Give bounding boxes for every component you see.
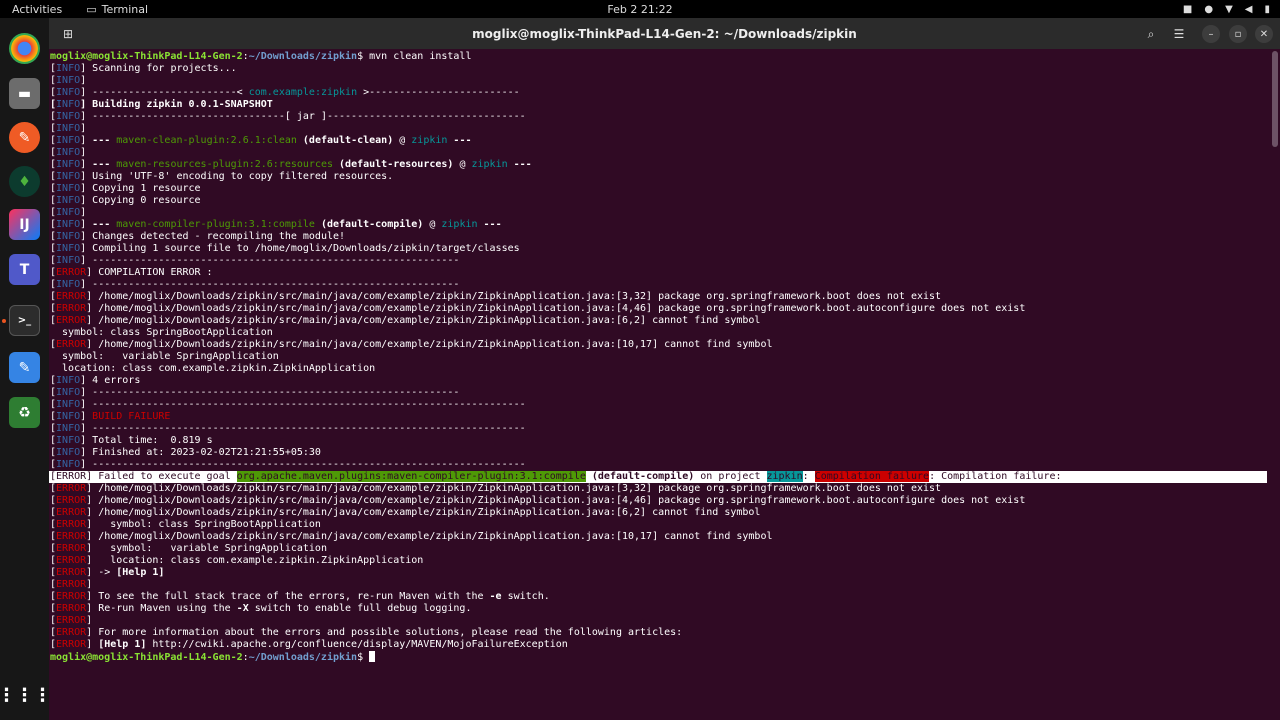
terminal-line: [INFO] ---------------------------------… bbox=[50, 279, 460, 290]
terminal-line: [INFO] Using 'UTF-8' encoding to copy fi… bbox=[50, 171, 394, 182]
postman-icon[interactable]: ✎ bbox=[9, 122, 40, 153]
terminal-line: [ERROR] -> [Help 1] bbox=[50, 567, 165, 578]
terminal-line: [ERROR] /home/moglix/Downloads/zipkin/sr… bbox=[50, 507, 761, 518]
terminal-line: location: class com.example.zipkin.Zipki… bbox=[50, 363, 376, 374]
text-editor-icon[interactable]: ✎ bbox=[9, 352, 40, 383]
mongodb-compass-icon[interactable]: ♦ bbox=[9, 166, 40, 197]
title-bar[interactable]: ⊞ moglix@moglix-ThinkPad-L14-Gen-2: ~/Do… bbox=[49, 18, 1280, 49]
terminal-line: [ERROR] /home/moglix/Downloads/zipkin/sr… bbox=[50, 495, 1026, 506]
terminal-icon[interactable]: >_ bbox=[9, 305, 40, 336]
chrome-icon[interactable] bbox=[9, 33, 40, 64]
terminal-line: [ERROR] COMPILATION ERROR : bbox=[50, 267, 219, 278]
terminal-line: [ERROR] /home/moglix/Downloads/zipkin/sr… bbox=[50, 315, 761, 326]
terminal-line: [ERROR] bbox=[50, 579, 93, 590]
active-app-indicator bbox=[2, 319, 6, 323]
screen-record-icon[interactable]: ■ bbox=[1183, 4, 1192, 15]
trash-icon[interactable]: ♻ bbox=[9, 397, 40, 428]
terminal-line: [INFO] ------------------------< com.exa… bbox=[50, 87, 520, 98]
selected-error-line[interactable]: [ERROR] Failed to execute goal org.apach… bbox=[49, 471, 1267, 483]
terminal-line: [INFO] --- maven-clean-plugin:2.6.1:clea… bbox=[50, 135, 472, 146]
terminal-line: [INFO] ---------------------------------… bbox=[50, 387, 460, 398]
terminal-line: [INFO] Changes detected - recompiling th… bbox=[50, 231, 346, 242]
terminal-line: [INFO] Total time: 0.819 s bbox=[50, 435, 213, 446]
maximize-icon[interactable]: ▫ bbox=[1229, 25, 1247, 43]
help-link[interactable]: http://cwiki.apache.org/confluence/displ… bbox=[146, 639, 567, 650]
terminal-line: [INFO] Finished at: 2023-02-02T21:21:55+… bbox=[50, 447, 321, 458]
terminal-output[interactable]: moglix@moglix-ThinkPad-L14-Gen-2:~/Downl… bbox=[49, 49, 1280, 720]
close-icon[interactable]: ✕ bbox=[1255, 25, 1273, 43]
terminal-line: [INFO] Copying 0 resource bbox=[50, 195, 201, 206]
terminal-line: [ERROR] symbol: variable SpringApplicati… bbox=[50, 543, 327, 554]
intellij-icon[interactable]: IJ bbox=[9, 209, 40, 240]
terminal-line: [ERROR] /home/moglix/Downloads/zipkin/sr… bbox=[50, 339, 773, 350]
scrollbar[interactable] bbox=[1272, 51, 1278, 147]
terminal-line: [ERROR] /home/moglix/Downloads/zipkin/sr… bbox=[50, 303, 1026, 314]
battery-icon[interactable]: ▮ bbox=[1264, 4, 1270, 15]
terminal-window: ⊞ moglix@moglix-ThinkPad-L14-Gen-2: ~/Do… bbox=[49, 18, 1280, 720]
terminal-line: [ERROR] To see the full stack trace of t… bbox=[50, 591, 550, 602]
terminal-line: [ERROR] Re-run Maven using the -X switch… bbox=[50, 603, 472, 614]
terminal-line: [INFO] ---------------------------------… bbox=[50, 255, 460, 266]
search-icon[interactable]: ⌕ bbox=[1140, 23, 1162, 45]
terminal-line: [INFO] Compiling 1 source file to /home/… bbox=[50, 243, 520, 254]
top-bar: Activities ▭ Terminal Feb 2 21:22 ■ ● ▼ … bbox=[0, 0, 1280, 18]
terminal-line: [INFO] bbox=[50, 147, 87, 158]
hamburger-menu-icon[interactable]: ☰ bbox=[1168, 23, 1190, 45]
terminal-line: [ERROR] For more information about the e… bbox=[50, 627, 683, 638]
terminal-line: [INFO] --- maven-compiler-plugin:3.1:com… bbox=[50, 219, 502, 230]
terminal-line: symbol: class SpringBootApplication bbox=[50, 327, 273, 338]
terminal-line: [INFO] bbox=[50, 207, 87, 218]
terminal-line: moglix@moglix-ThinkPad-L14-Gen-2:~/Downl… bbox=[50, 51, 472, 62]
terminal-line: [INFO] Scanning for projects... bbox=[50, 63, 237, 74]
terminal-line: [INFO] --------------------------------[… bbox=[50, 111, 526, 122]
window-title: moglix@moglix-ThinkPad-L14-Gen-2: ~/Down… bbox=[472, 26, 857, 41]
show-apps-icon[interactable]: ⋮⋮⋮ bbox=[0, 680, 52, 711]
terminal-line: symbol: variable SpringApplication bbox=[50, 351, 279, 362]
dock: ▬ ✎ ♦ IJ T >_ ✎ ♻ ⋮⋮⋮ bbox=[0, 18, 52, 720]
terminal-line: [ERROR] /home/moglix/Downloads/zipkin/sr… bbox=[50, 291, 942, 302]
terminal-line: [ERROR] location: class com.example.zipk… bbox=[50, 555, 424, 566]
terminal-line: [INFO] Building zipkin 0.0.1-SNAPSHOT bbox=[50, 99, 273, 110]
terminal-line: [ERROR] symbol: class SpringBootApplicat… bbox=[50, 519, 321, 530]
terminal-line: [INFO] Copying 1 resource bbox=[50, 183, 201, 194]
teams-tray-icon[interactable]: ● bbox=[1204, 4, 1213, 15]
terminal-line: [INFO] ---------------------------------… bbox=[50, 423, 526, 434]
clock[interactable]: Feb 2 21:22 bbox=[607, 3, 672, 16]
terminal-line: [INFO] bbox=[50, 123, 87, 134]
terminal-line: [ERROR] /home/moglix/Downloads/zipkin/sr… bbox=[50, 531, 773, 542]
volume-icon[interactable]: ◀ bbox=[1245, 4, 1253, 15]
system-tray[interactable]: ■ ● ▼ ◀ ▮ bbox=[1183, 0, 1270, 18]
terminal-line: [INFO] ---------------------------------… bbox=[50, 399, 526, 410]
terminal-line: [INFO] --- maven-resources-plugin:2.6:re… bbox=[50, 159, 532, 170]
minimize-icon[interactable]: – bbox=[1202, 25, 1220, 43]
terminal-line: [ERROR] [Help 1] http://cwiki.apache.org… bbox=[50, 639, 568, 650]
cursor bbox=[369, 651, 376, 662]
terminal-line: [INFO] bbox=[50, 75, 87, 86]
files-icon[interactable]: ▬ bbox=[9, 78, 40, 109]
terminal-line: [INFO] 4 errors bbox=[50, 375, 141, 386]
terminal-line: [ERROR] bbox=[50, 615, 93, 626]
terminal-line: [INFO] BUILD FAILURE bbox=[50, 411, 171, 422]
terminal-line: [INFO] ---------------------------------… bbox=[50, 459, 526, 470]
terminal-prompt[interactable]: moglix@moglix-ThinkPad-L14-Gen-2:~/Downl… bbox=[49, 651, 1280, 663]
teams-icon[interactable]: T bbox=[9, 254, 40, 285]
terminal-line: [ERROR] /home/moglix/Downloads/zipkin/sr… bbox=[50, 483, 942, 494]
wifi-icon[interactable]: ▼ bbox=[1225, 4, 1233, 15]
clock-container: Feb 2 21:22 bbox=[0, 3, 1280, 16]
